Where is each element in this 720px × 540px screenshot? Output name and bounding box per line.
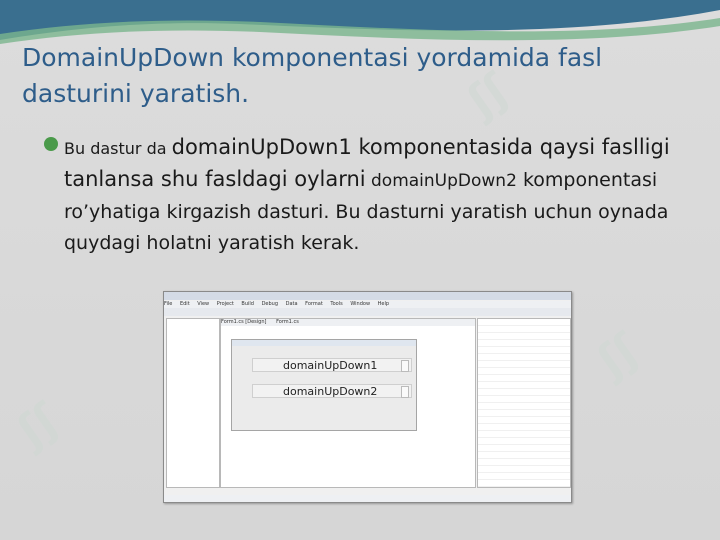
domain-updown-2-label: domainUpDown2 (283, 385, 378, 398)
toolbox-panel (166, 318, 220, 488)
slide-title: DomainUpDown komponentasi yordamida fasl… (22, 43, 603, 108)
ide-statusbar (164, 495, 571, 502)
designer-panel: Form1.cs [Design] Form1.cs domainUpDown1… (220, 318, 476, 488)
menu-item: Edit (179, 301, 190, 307)
ide-screenshot: File Edit View Project Build Debug Data … (163, 291, 572, 503)
slide-paragraph: Bu dastur da domainUpDown1 komponentasid… (64, 132, 694, 259)
tab-code: Form1.cs (276, 319, 299, 325)
menu-item: Window (350, 301, 371, 307)
domain-updown-1-label: domainUpDown1 (283, 359, 378, 372)
menu-item: Project (216, 301, 234, 307)
menu-item: Format (305, 301, 323, 307)
ide-titlebar (164, 292, 571, 300)
menu-item: View (197, 301, 210, 307)
spin-icon (401, 360, 409, 372)
menu-item: Debug (261, 301, 279, 307)
properties-panel (477, 318, 571, 488)
designer-tabs: Form1.cs [Design] Form1.cs (221, 319, 475, 326)
menu-item: Build (241, 301, 254, 307)
tab-design: Form1.cs [Design] (221, 319, 267, 325)
paragraph-part: Bu dastur da (64, 139, 172, 158)
menu-item: Help (377, 301, 390, 307)
menu-item: Tools (330, 301, 343, 307)
spin-icon (401, 386, 409, 398)
ide-menubar: File Edit View Project Build Debug Data … (164, 301, 571, 308)
domain-updown-2: domainUpDown2 (252, 384, 412, 398)
bullet-icon (44, 137, 58, 151)
form-titlebar (232, 340, 416, 346)
menu-item: Data (285, 301, 298, 307)
paragraph-part: domainUpDown2 (365, 171, 517, 191)
form-preview: domainUpDown1 domainUpDown2 (231, 339, 417, 431)
ide-toolbar (164, 308, 571, 316)
menu-item: File (164, 301, 173, 307)
domain-updown-1: domainUpDown1 (252, 358, 412, 372)
